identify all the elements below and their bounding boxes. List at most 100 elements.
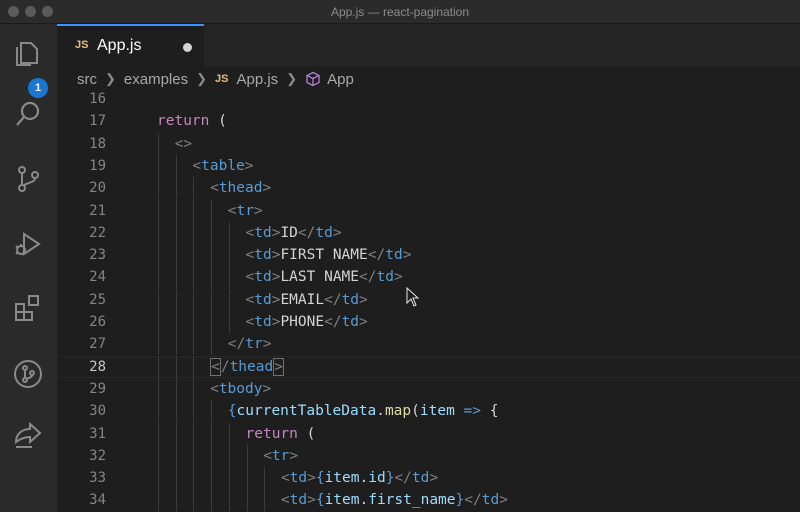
code-token: < (192, 157, 202, 174)
code-line[interactable]: 24 <td>LAST NAME</td> (57, 266, 800, 289)
line-number: 30 (89, 403, 106, 420)
code-token: > (273, 357, 284, 376)
search-button[interactable] (9, 95, 47, 133)
indent-guide (193, 221, 195, 244)
extensions-button[interactable] (9, 289, 47, 327)
code-token: td (254, 314, 272, 330)
code-token: > (359, 291, 368, 308)
code-line[interactable]: 31 return ( (57, 422, 800, 445)
code-line[interactable]: 33 <td>{item.id}</td> (57, 467, 800, 490)
code-token: tbody (218, 380, 263, 397)
line-number: 28 (89, 358, 106, 375)
indent-guide (158, 355, 159, 378)
code-token: ( (209, 113, 227, 130)
code-line[interactable]: 19 <table> (57, 154, 800, 177)
run-debug-button[interactable] (9, 225, 47, 263)
code-token: > (262, 380, 272, 397)
indent-guide (193, 400, 195, 423)
indent-guide (193, 266, 195, 289)
code-token: tr (236, 202, 254, 219)
indent-guide (158, 199, 159, 222)
indent-guide (211, 288, 213, 311)
code-token: <> (174, 135, 193, 152)
code-token: { (315, 470, 325, 487)
line-number: 20 (89, 180, 106, 197)
code-line[interactable]: 16 (57, 92, 800, 110)
indent-guide (175, 422, 177, 445)
breadcrumb-item-app-js[interactable]: App.js (236, 71, 278, 88)
code-line[interactable]: 27 </tr> (57, 333, 800, 356)
code-token: item (324, 470, 360, 487)
code-token: td (411, 470, 430, 487)
search-icon (16, 101, 40, 126)
chevron-right-icon: ❯ (286, 71, 298, 86)
code-line[interactable]: 20 <thead> (57, 177, 800, 200)
indent-guide (158, 422, 159, 445)
indent-guide (228, 266, 230, 289)
code-line[interactable]: 23 <td>FIRST NAME</td> (57, 244, 800, 267)
indent-guide (158, 467, 159, 490)
code-token: < (245, 291, 255, 308)
code-line[interactable]: 17 return ( (57, 110, 800, 132)
indent-guide (211, 489, 213, 512)
code-line[interactable]: 25 <td>EMAIL</td> (57, 288, 800, 311)
code-token: ( (297, 425, 316, 442)
indent-guide (264, 467, 266, 490)
breadcrumb-item-app-symbol[interactable]: App (327, 71, 354, 88)
code-token: > (499, 492, 508, 509)
indent-guide (264, 489, 266, 512)
code-line[interactable]: 22 <td>ID</td> (57, 221, 800, 244)
code-text: <td>{item.first_name}</td> (281, 489, 508, 511)
code-token: < (245, 314, 255, 330)
code-text: <tbody> (210, 378, 271, 400)
code-editor[interactable]: 16 17 return (18 <> 19 <table> 20 <thead> 21 <tr>… (57, 92, 800, 512)
line-number: 23 (89, 247, 106, 264)
code-text: {currentTableData.map(item => { (228, 400, 499, 422)
source-control-button[interactable] (9, 160, 47, 198)
indent-guide (193, 489, 195, 512)
indent-guide (158, 244, 159, 267)
indent-guide (175, 244, 177, 267)
indent-guide (193, 244, 195, 267)
code-token: ( (411, 403, 420, 420)
code-line[interactable]: 32 <tr> (57, 444, 800, 467)
explorer-button[interactable] (9, 35, 47, 73)
code-token: LAST NAME (280, 269, 360, 286)
code-token: > (332, 224, 342, 241)
line-number: 31 (89, 425, 106, 442)
code-token: table (201, 157, 245, 174)
code-token: < (245, 269, 255, 286)
indent-guide (193, 355, 195, 378)
code-line[interactable]: 18 <> (57, 132, 800, 155)
code-line[interactable]: 28 </thead> (57, 355, 800, 378)
unsaved-dot-icon[interactable] (183, 43, 192, 52)
code-line[interactable]: 30 {currentTableData.map(item => { (57, 400, 800, 423)
code-line[interactable]: 21 <tr> (57, 199, 800, 222)
code-line[interactable]: 26 <td>PHONE</td> (57, 311, 800, 333)
indent-guide (175, 467, 177, 490)
line-number: 18 (89, 135, 106, 152)
breadcrumb-item-src[interactable]: src (77, 71, 97, 88)
line-number: 29 (89, 380, 106, 397)
indent-guide (175, 333, 177, 356)
live-share-button[interactable] (9, 417, 47, 455)
code-token: > (254, 202, 263, 219)
extensions-icon (15, 295, 39, 321)
git-graph-button[interactable] (9, 355, 47, 393)
indent-guide (175, 311, 177, 333)
code-token: { (227, 403, 237, 420)
indent-guide (175, 288, 177, 311)
current-line-highlight (57, 355, 800, 378)
code-line[interactable]: 29 <tbody> (57, 377, 800, 400)
line-number: 24 (89, 269, 106, 286)
code-token: < (280, 470, 290, 487)
indent-guide (211, 467, 213, 490)
breadcrumb-item-examples[interactable]: examples (124, 71, 188, 88)
code-line[interactable]: 34 <td>{item.first_name}</td> (57, 489, 800, 512)
code-token: return (157, 113, 210, 130)
tab-app-js[interactable]: JS App.js (57, 24, 204, 66)
indent-guide (211, 400, 213, 423)
indent-guide (158, 489, 159, 512)
indent-guide (158, 333, 159, 356)
indent-guide (211, 311, 213, 333)
